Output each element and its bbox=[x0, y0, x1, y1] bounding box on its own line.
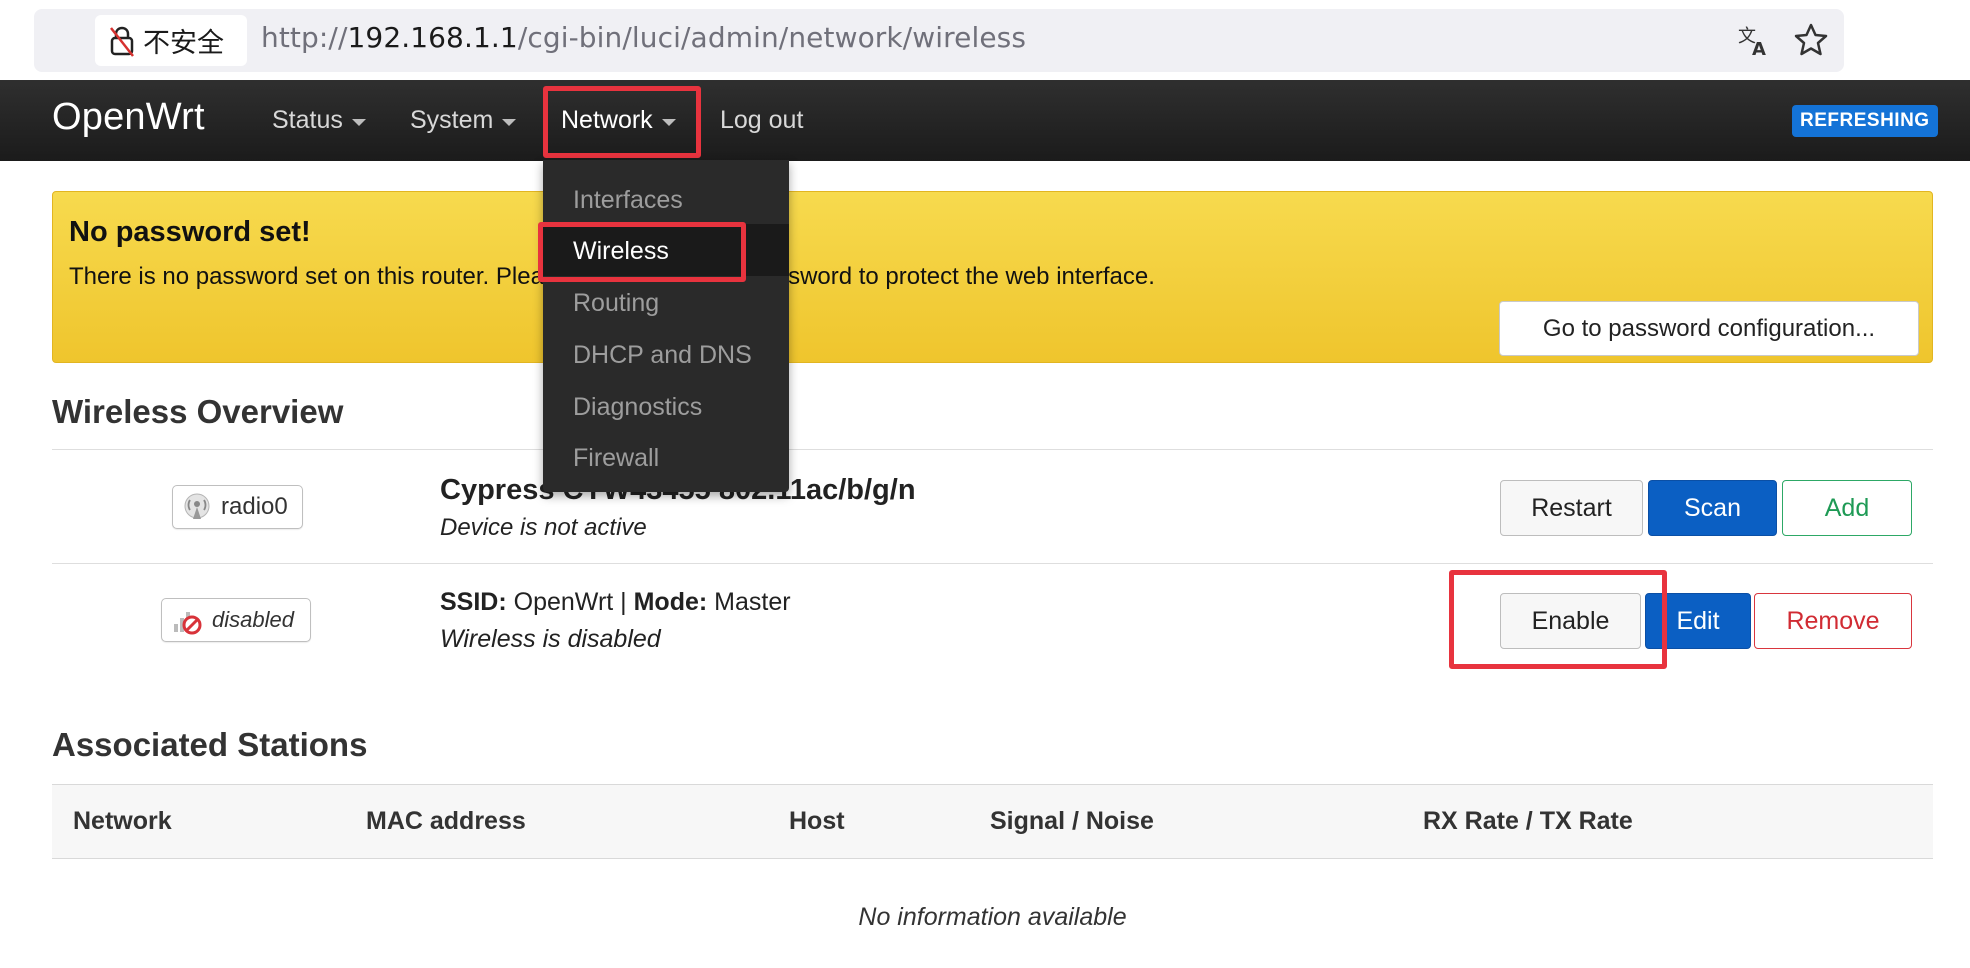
caret-down-icon bbox=[502, 118, 517, 126]
browser-toolbar: 不安全 http://192.168.1.1/cgi-bin/luci/admi… bbox=[0, 0, 1970, 80]
ssid-mode-line: SSID: OpenWrt | Mode: Master bbox=[440, 588, 791, 616]
security-label: 不安全 bbox=[143, 28, 224, 59]
security-indicator[interactable]: 不安全 bbox=[95, 15, 247, 66]
network-status-label: disabled bbox=[212, 607, 294, 632]
nav-system[interactable]: System bbox=[410, 80, 517, 161]
no-password-alert: No password set! There is no password se… bbox=[52, 191, 1933, 363]
ssid-label: SSID: bbox=[440, 588, 507, 616]
url-host: 192.168.1.1 bbox=[347, 21, 518, 54]
associated-stations-heading: Associated Stations bbox=[52, 726, 368, 763]
bookmark-star-icon[interactable] bbox=[1793, 22, 1829, 58]
menu-item-routing[interactable]: Routing bbox=[573, 289, 659, 318]
remove-button[interactable]: Remove bbox=[1754, 593, 1912, 649]
top-navbar: OpenWrt Status System Network Log out RE… bbox=[0, 80, 1970, 161]
radio-badge-label: radio0 bbox=[221, 493, 288, 520]
signal-disabled-icon bbox=[174, 612, 202, 635]
wireless-status-text: Wireless is disabled bbox=[440, 625, 661, 653]
nav-status-label: Status bbox=[272, 106, 343, 134]
scan-button[interactable]: Scan bbox=[1648, 480, 1777, 536]
url-path: /cgi-bin/luci/admin/network/wireless bbox=[517, 21, 1027, 54]
menu-item-firewall[interactable]: Firewall bbox=[573, 444, 659, 473]
menu-item-interfaces[interactable]: Interfaces bbox=[573, 186, 683, 215]
column-header-rate: RX Rate / TX Rate bbox=[1423, 807, 1633, 835]
mode-value: Master bbox=[714, 588, 791, 616]
restart-button[interactable]: Restart bbox=[1500, 480, 1643, 536]
column-header-host: Host bbox=[789, 807, 845, 835]
divider bbox=[52, 449, 1933, 450]
column-header-mac: MAC address bbox=[366, 807, 526, 835]
ssid-value: OpenWrt bbox=[513, 588, 614, 616]
wireless-overview-heading: Wireless Overview bbox=[52, 393, 344, 430]
mode-label: Mode: bbox=[633, 588, 708, 616]
radio-badge: radio0 bbox=[172, 485, 303, 529]
column-header-signal: Signal / Noise bbox=[990, 807, 1154, 835]
add-button[interactable]: Add bbox=[1782, 480, 1912, 536]
refreshing-badge[interactable]: REFRESHING bbox=[1792, 105, 1938, 137]
nav-logout-label: Log out bbox=[720, 106, 804, 134]
nav-status[interactable]: Status bbox=[272, 80, 366, 161]
nav-system-label: System bbox=[410, 106, 494, 134]
svg-text:A: A bbox=[1752, 39, 1766, 58]
alert-title: No password set! bbox=[69, 216, 311, 248]
url-text[interactable]: http://192.168.1.1/cgi-bin/luci/admin/ne… bbox=[261, 21, 1026, 54]
insecure-lock-icon bbox=[110, 26, 134, 57]
highlight-network-box bbox=[543, 86, 701, 158]
nav-logout[interactable]: Log out bbox=[720, 80, 803, 161]
divider bbox=[52, 563, 1933, 564]
translate-icon[interactable]: 文 A bbox=[1736, 22, 1772, 58]
url-scheme: http:// bbox=[261, 21, 348, 54]
password-config-button[interactable]: Go to password configuration... bbox=[1499, 301, 1919, 356]
wifi-radio-icon bbox=[184, 493, 210, 519]
menu-item-diagnostics[interactable]: Diagnostics bbox=[573, 393, 702, 422]
menu-item-dhcp-dns[interactable]: DHCP and DNS bbox=[573, 341, 752, 370]
stations-table-header: Network MAC address Host Signal / Noise … bbox=[52, 784, 1933, 859]
no-information-text: No information available bbox=[858, 903, 1127, 931]
radio-device-status: Device is not active bbox=[440, 514, 647, 541]
network-status-badge: disabled bbox=[161, 598, 311, 642]
column-header-network: Network bbox=[73, 807, 172, 835]
highlight-wireless-box bbox=[538, 222, 746, 282]
brand-logo[interactable]: OpenWrt bbox=[52, 96, 205, 139]
network-dropdown-menu: Interfaces Wireless Routing DHCP and DNS… bbox=[543, 160, 789, 492]
caret-down-icon bbox=[351, 118, 366, 126]
highlight-enable-box bbox=[1449, 570, 1667, 669]
